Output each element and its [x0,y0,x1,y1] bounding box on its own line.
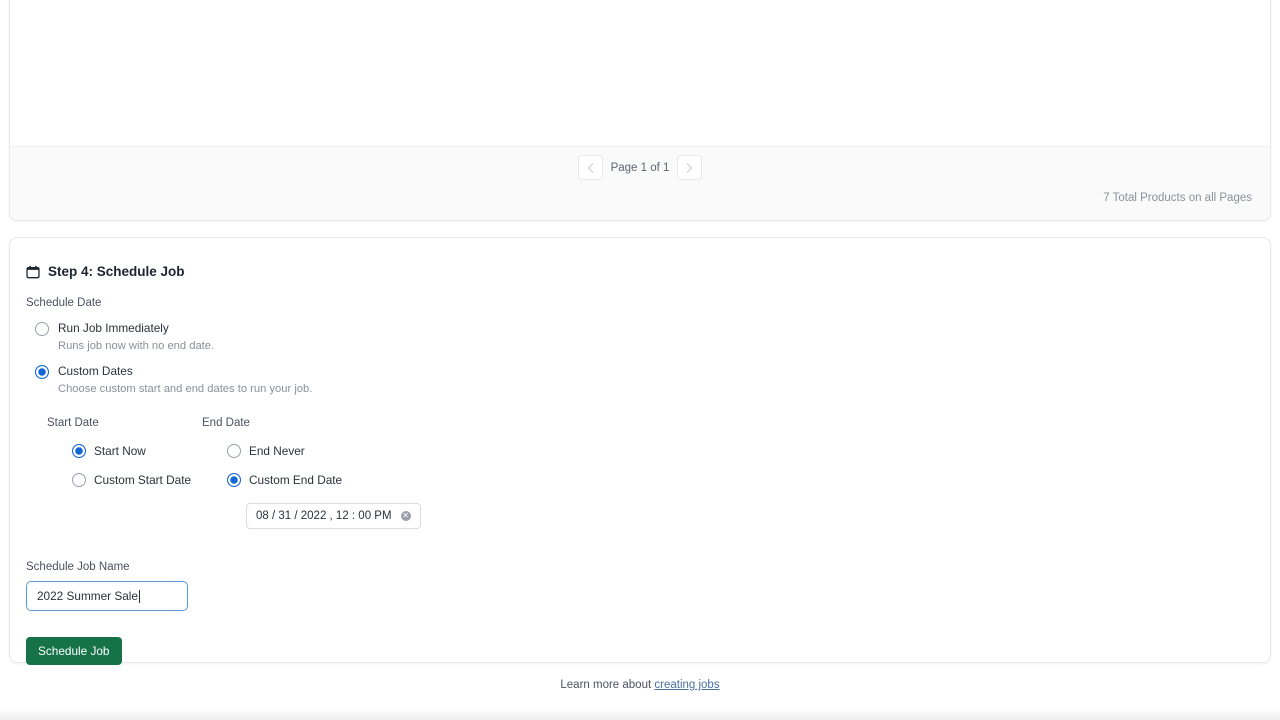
creating-jobs-link[interactable]: creating jobs [654,679,719,691]
radio-custom-dates[interactable]: Custom Dates [35,364,1254,379]
clear-circle-icon[interactable]: ✕ [401,511,411,521]
radio-custom-dates-label: Custom Dates [58,364,133,378]
start-date-column: Start Date Start Now Custom Start Date [47,417,202,529]
radio-custom-start-date-input[interactable] [72,473,86,487]
radio-custom-end-date[interactable]: Custom End Date [227,472,422,487]
radio-run-job-immediately-label: Run Job Immediately [58,321,169,335]
radio-custom-start-date[interactable]: Custom Start Date [72,472,202,487]
page-root: Unisex Gym Shoes Size 8 39.99 Before: 39… [0,0,1280,720]
radio-end-never-input[interactable] [227,444,241,458]
radio-end-never-label: End Never [249,444,305,458]
radio-run-job-immediately[interactable]: Run Job Immediately [35,321,1254,336]
start-date-label: Start Date [47,417,202,429]
end-date-label: End Date [202,417,422,429]
schedule-job-button[interactable]: Schedule Job [26,637,122,665]
page-title: Step 4: Schedule Job [48,264,185,279]
products-preview-card: Unisex Gym Shoes Size 8 39.99 Before: 39… [9,0,1271,221]
schedule-job-card: Step 4: Schedule Job Schedule Date Run J… [9,237,1271,663]
pagination-bar: Page 1 of 1 7 Total Products on all Page… [10,146,1270,221]
date-options-group: Start Date Start Now Custom Start Date E… [47,417,1254,529]
chevron-right-icon[interactable] [677,155,702,180]
radio-custom-dates-input[interactable] [35,365,49,379]
calendar-icon [26,265,40,279]
radio-start-now[interactable]: Start Now [72,443,202,458]
end-datetime-value: 08 / 31 / 2022 , 12 : 00 PM [256,510,392,522]
text-caret [139,590,140,603]
end-datetime-input[interactable]: 08 / 31 / 2022 , 12 : 00 PM ✕ [246,503,421,529]
page-footer: Learn more about creating jobs [0,679,1280,691]
radio-run-job-immediately-input[interactable] [35,322,49,336]
chevron-left-icon[interactable] [578,155,603,180]
footer-text: Learn more about [560,679,654,691]
page-indicator-label: Page 1 of 1 [611,162,670,174]
schedule-job-name-label: Schedule Job Name [26,561,1254,573]
radio-custom-dates-sub: Choose custom start and end dates to run… [58,383,1254,395]
radio-end-never[interactable]: End Never [227,443,422,458]
total-products-note: 7 Total Products on all Pages [1103,192,1252,204]
schedule-date-label: Schedule Date [26,297,1254,309]
radio-start-now-label: Start Now [94,444,146,458]
pagination-controls: Page 1 of 1 [10,155,1270,180]
schedule-job-name-input[interactable]: 2022 Summer Sale [26,581,188,611]
radio-custom-start-date-label: Custom Start Date [94,473,191,487]
schedule-job-name-value: 2022 Summer Sale [37,589,138,603]
radio-custom-end-date-label: Custom End Date [249,473,342,487]
radio-start-now-input[interactable] [72,444,86,458]
bottom-fade [0,708,1280,720]
end-date-column: End Date End Never Custom End Date 08 / … [202,417,422,529]
step-header: Step 4: Schedule Job [26,264,1254,279]
end-datetime-wrapper: 08 / 31 / 2022 , 12 : 00 PM ✕ [246,503,422,529]
radio-custom-end-date-input[interactable] [227,473,241,487]
radio-run-job-immediately-sub: Runs job now with no end date. [58,340,1254,352]
